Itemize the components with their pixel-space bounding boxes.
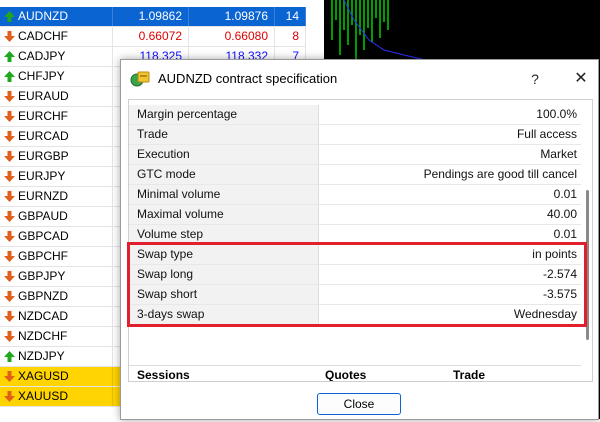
symbol-cell: EURCHF	[0, 107, 113, 126]
dialog-titlebar[interactable]: AUDNZD contract specification ? ✕	[121, 60, 598, 98]
spec-value: Market	[540, 147, 577, 161]
spec-row: Maximal volume 40.00	[129, 205, 581, 225]
spec-value: Wednesday	[513, 307, 577, 321]
symbol-cell: GBPNZD	[0, 287, 113, 306]
vertical-scrollbar[interactable]	[581, 100, 592, 381]
bid-cell: 1.09862	[113, 7, 189, 26]
spread-cell: 8	[275, 27, 306, 46]
spec-value: Full access	[516, 127, 577, 141]
spec-key: Execution	[129, 145, 319, 164]
spec-value: -2.574	[542, 267, 577, 281]
spec-row: Margin percentage 100.0%	[129, 105, 581, 125]
spec-key: Minimal volume	[129, 185, 319, 204]
symbol-cell: CADJPY	[0, 47, 113, 66]
spec-value: in points	[532, 247, 577, 261]
spec-row: 3-days swap Wednesday	[129, 305, 581, 325]
spec-key: Volume step	[129, 225, 319, 244]
help-button[interactable]: ?	[517, 66, 553, 92]
chart-line	[343, 0, 495, 69]
symbol-cell: XAUUSD	[0, 387, 113, 406]
spec-row: Swap type in points	[129, 245, 581, 265]
market-watch-row[interactable]: CADCHF 0.66072 0.66080 8	[0, 27, 306, 47]
symbol-cell: EURGBP	[0, 147, 113, 166]
symbol-cell: EURCAD	[0, 127, 113, 146]
spec-row: Execution Market	[129, 145, 581, 165]
symbol-cell: GBPCAD	[0, 227, 113, 246]
spec-row: GTC mode Pendings are good till cancel	[129, 165, 581, 185]
symbol-cell: AUDNZD	[0, 7, 113, 26]
spec-key: Swap type	[129, 245, 319, 264]
currency-pair-icon	[130, 71, 150, 87]
symbol-cell: NZDCHF	[0, 327, 113, 346]
ask-cell: 1.09876	[189, 7, 275, 26]
spread-cell: 14	[275, 7, 306, 26]
dialog-title: AUDNZD contract specification	[158, 71, 338, 86]
sessions-column-header: Sessions	[137, 368, 190, 382]
ask-cell: 0.66080	[189, 27, 275, 46]
spec-row: Minimal volume 0.01	[129, 185, 581, 205]
symbol-cell: NZDJPY	[0, 347, 113, 366]
sessions-header: Sessions Quotes Trade	[129, 365, 581, 382]
trade-column-header: Trade	[453, 368, 486, 382]
spec-key: Swap short	[129, 285, 319, 304]
spec-value: 100.0%	[536, 107, 577, 121]
symbol-cell: EURAUD	[0, 87, 113, 106]
close-icon[interactable]: ✕	[563, 66, 599, 92]
spec-key: 3-days swap	[129, 305, 319, 324]
spec-row: Volume step 0.01	[129, 225, 581, 245]
symbol-cell: EURNZD	[0, 187, 113, 206]
market-watch-row[interactable]: AUDNZD 1.09862 1.09876 14	[0, 7, 306, 27]
spec-key: Margin percentage	[129, 105, 319, 124]
symbol-cell: CHFJPY	[0, 67, 113, 86]
spec-key: Maximal volume	[129, 205, 319, 224]
symbol-cell: GBPJPY	[0, 267, 113, 286]
symbol-cell: CADCHF	[0, 27, 113, 46]
spec-key: Swap long	[129, 265, 319, 284]
spec-key: Trade	[129, 125, 319, 144]
spec-value: 0.01	[553, 227, 577, 241]
spec-table: Sessions Quotes Trade Margin percentage 1…	[128, 99, 593, 382]
spec-row: Swap short -3.575	[129, 285, 581, 305]
spec-value: Pendings are good till cancel	[423, 167, 577, 181]
symbol-cell: GBPAUD	[0, 207, 113, 226]
contract-spec-dialog: AUDNZD contract specification ? ✕ Sessio…	[120, 59, 599, 420]
symbol-cell: EURJPY	[0, 167, 113, 186]
symbol-cell: NZDCAD	[0, 307, 113, 326]
symbol-cell: XAGUSD	[0, 367, 113, 386]
bid-cell: 0.66072	[113, 27, 189, 46]
spec-value: 0.01	[553, 187, 577, 201]
spec-value: -3.575	[542, 287, 577, 301]
spec-value: 40.00	[546, 207, 577, 221]
close-button[interactable]: Close	[317, 393, 401, 415]
symbol-cell: GBPCHF	[0, 247, 113, 266]
scrollbar-thumb[interactable]	[586, 190, 589, 340]
spec-row: Trade Full access	[129, 125, 581, 145]
spec-key: GTC mode	[129, 165, 319, 184]
quotes-column-header: Quotes	[325, 368, 367, 382]
spec-row: Swap long -2.574	[129, 265, 581, 285]
